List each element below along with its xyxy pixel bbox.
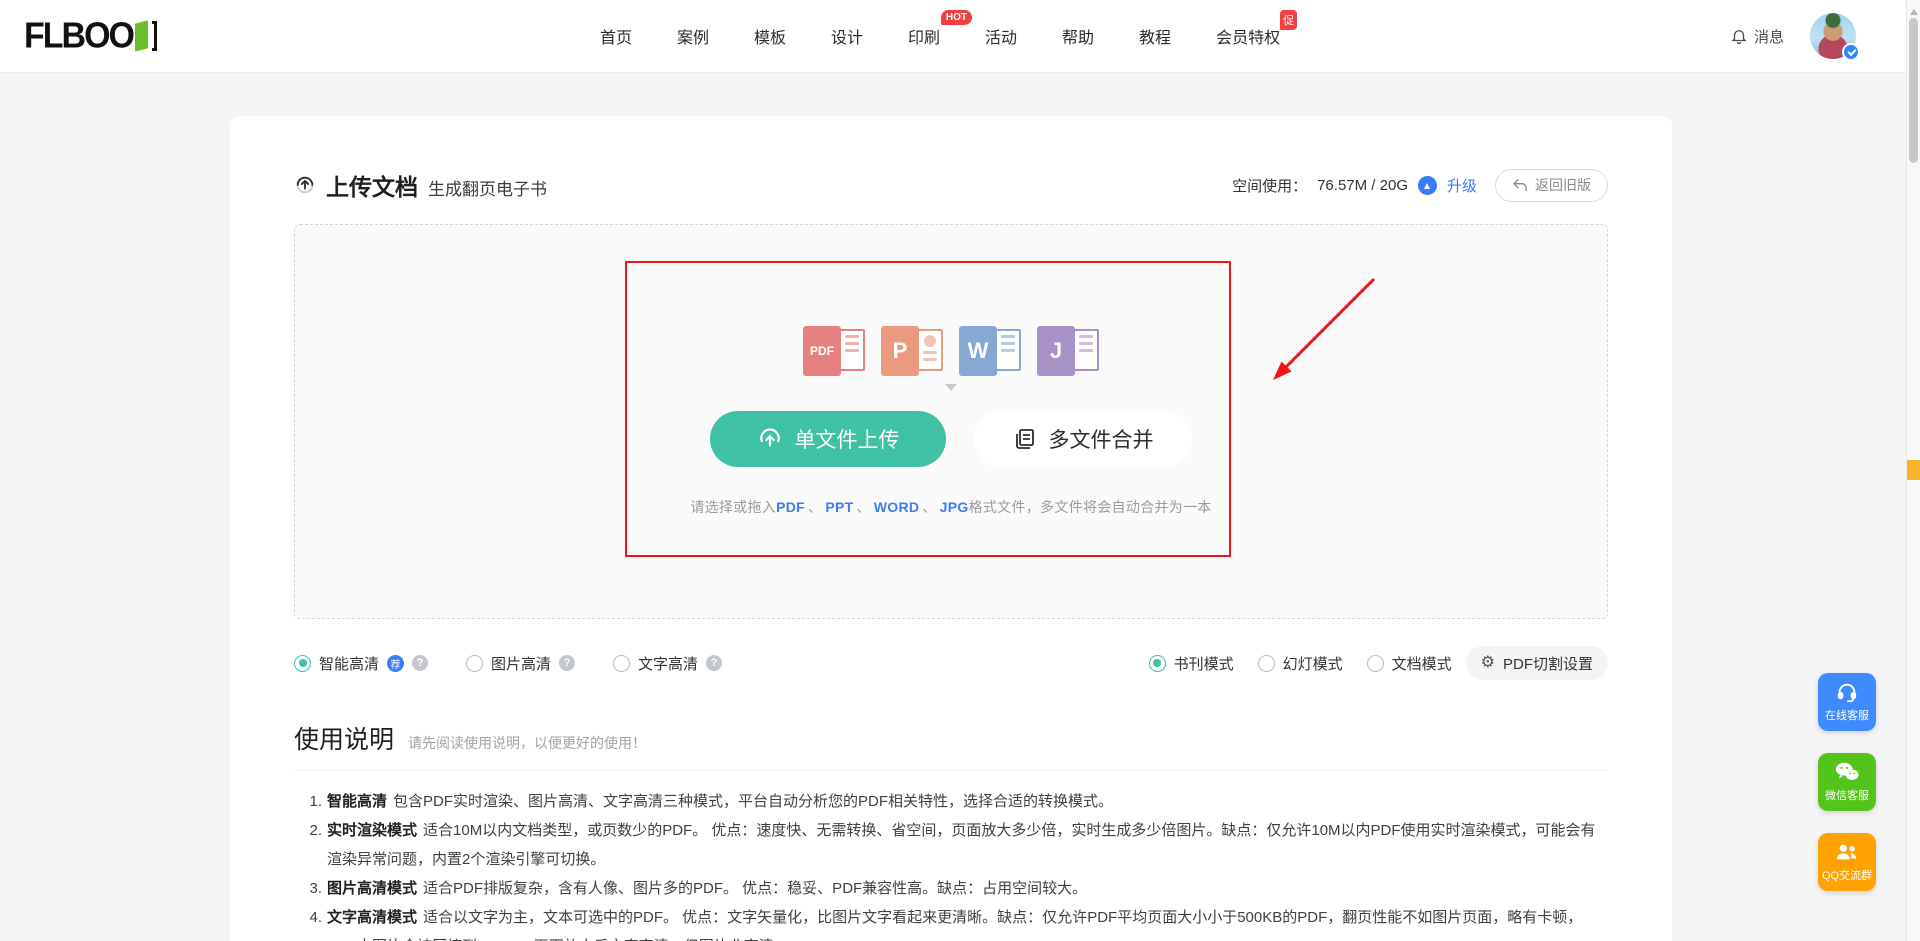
upload-card: 上传文档 生成翻页电子书 空间使用： 76.57M / 20G 升级 返回旧版 [230,116,1672,941]
space-usage-value: 76.57M / 20G [1317,177,1408,194]
ppt-file-icon: P [881,326,943,376]
nav-home[interactable]: 首页 [600,24,632,48]
nav-activities[interactable]: 活动 [985,24,1017,48]
nav-help[interactable]: 帮助 [1062,24,1094,48]
nav-membership[interactable]: 会员特权促 [1216,24,1280,48]
radio-icon [466,655,483,672]
instructions-list: 1. 智能高清包含PDF实时渲染、图片高清、文字高清三种模式，平台自动分析您的P… [302,787,1608,941]
promo-badge: 促 [1280,10,1297,30]
help-icon[interactable]: ? [412,655,428,671]
radio-icon [613,655,630,672]
logo-book-icon [135,21,159,51]
instructions-title: 使用说明 [294,720,394,756]
gear-icon: ⚙ [1481,655,1495,671]
wechat-icon [1835,761,1859,783]
multi-file-merge-button[interactable]: 多文件合并 [974,411,1192,467]
floating-service-stack: 在线客服 微信客服 QQ交流群 [1818,673,1876,891]
nav-print[interactable]: 印刷HOT [908,24,940,48]
page-subtitle: 生成翻页电子书 [428,175,547,200]
merge-documents-icon [1013,427,1037,451]
page-scrollbar[interactable] [1906,0,1920,941]
page-title: 上传文档 [326,168,418,202]
online-service-button[interactable]: 在线客服 [1818,673,1876,731]
group-people-icon [1835,841,1859,863]
bell-icon [1730,27,1748,45]
jpg-file-icon: J [1037,326,1099,376]
radio-document-mode[interactable]: 文档模式 [1367,653,1452,674]
radio-image-hd[interactable]: 图片高清 ? [466,653,575,674]
logo-text: FLBOO [24,16,133,57]
file-type-icons: PDF P W J [803,326,1099,376]
top-navbar: FLBOO 首页 案例 模板 设计 印刷HOT 活动 帮助 教程 会员特权促 消… [0,0,1920,73]
recommended-badge: 荐 [387,655,404,672]
headset-icon [1836,681,1858,703]
back-arrow-icon [1512,178,1528,192]
radio-smart-hd[interactable]: 智能高清 荐 ? [294,653,428,674]
instruction-item: 2. 实时渲染模式适合10M以内文档类型，或页数少的PDF。 优点：速度快、无需… [302,816,1608,874]
single-file-upload-button[interactable]: 单文件上传 [710,411,946,467]
word-file-icon: W [959,326,1021,376]
radio-book-mode[interactable]: 书刊模式 [1149,653,1234,674]
pdf-file-icon: PDF [803,326,865,376]
qq-group-button[interactable]: QQ交流群 [1818,833,1876,891]
instruction-item: 3. 图片高清模式适合PDF排版复杂，含有人像、图片多的PDF。 优点：稳妥、P… [302,874,1608,903]
nav-tutorials[interactable]: 教程 [1139,24,1171,48]
scrollbar-marker [1907,460,1920,480]
nav-design[interactable]: 设计 [831,24,863,48]
hot-badge: HOT [941,10,972,25]
main-nav: 首页 案例 模板 设计 印刷HOT 活动 帮助 教程 会员特权促 [600,24,1280,48]
upload-hint: 请选择或拖入PDF、PPT、WORD、JPG格式文件，多文件将会自动合并为一本 [690,497,1211,517]
pdf-split-settings-button[interactable]: ⚙ PDF切割设置 [1466,646,1608,680]
vip-badge-icon [1842,43,1860,61]
instructions-subtitle: 请先阅读使用说明，以便更好的使用！ [408,733,646,753]
upgrade-link[interactable]: 升级 [1447,175,1477,196]
caret-down-icon [945,384,957,397]
main-area: 上传文档 生成翻页电子书 空间使用： 76.57M / 20G 升级 返回旧版 [0,73,1920,941]
back-to-old-version-button[interactable]: 返回旧版 [1495,169,1608,202]
file-dropzone[interactable]: PDF P W J [294,224,1608,619]
upgrade-rocket-icon [1418,176,1437,195]
space-usage-label: 空间使用： [1232,175,1307,196]
flbook-logo[interactable]: FLBOO [24,17,159,56]
nav-templates[interactable]: 模板 [754,24,786,48]
radio-selected-icon [294,655,311,672]
instruction-item: 4. 文字高清模式适合以文字为主，文本可选中的PDF。 优点：文字矢量化，比图片… [302,903,1608,941]
quality-radio-group: 智能高清 荐 ? 图片高清 ? 文字高清 ? [294,653,722,674]
radio-icon [1258,655,1275,672]
user-avatar[interactable] [1810,13,1856,59]
instruction-item: 1. 智能高清包含PDF实时渲染、图片高清、文字高清三种模式，平台自动分析您的P… [302,787,1608,816]
messages-button[interactable]: 消息 [1730,26,1784,47]
upload-circle-icon [757,426,783,452]
scrollbar-thumb[interactable] [1909,18,1918,163]
help-icon[interactable]: ? [559,655,575,671]
radio-icon [1367,655,1384,672]
radio-selected-icon [1149,655,1166,672]
radio-text-hd[interactable]: 文字高清 ? [613,653,722,674]
scrollbar-up-arrow[interactable] [1910,5,1918,15]
help-icon[interactable]: ? [706,655,722,671]
upload-cloud-icon [294,174,316,196]
nav-cases[interactable]: 案例 [677,24,709,48]
radio-slide-mode[interactable]: 幻灯模式 [1258,653,1343,674]
wechat-service-button[interactable]: 微信客服 [1818,753,1876,811]
mode-radio-group: 书刊模式 幻灯模式 文档模式 [1149,653,1452,674]
messages-label: 消息 [1754,26,1784,47]
